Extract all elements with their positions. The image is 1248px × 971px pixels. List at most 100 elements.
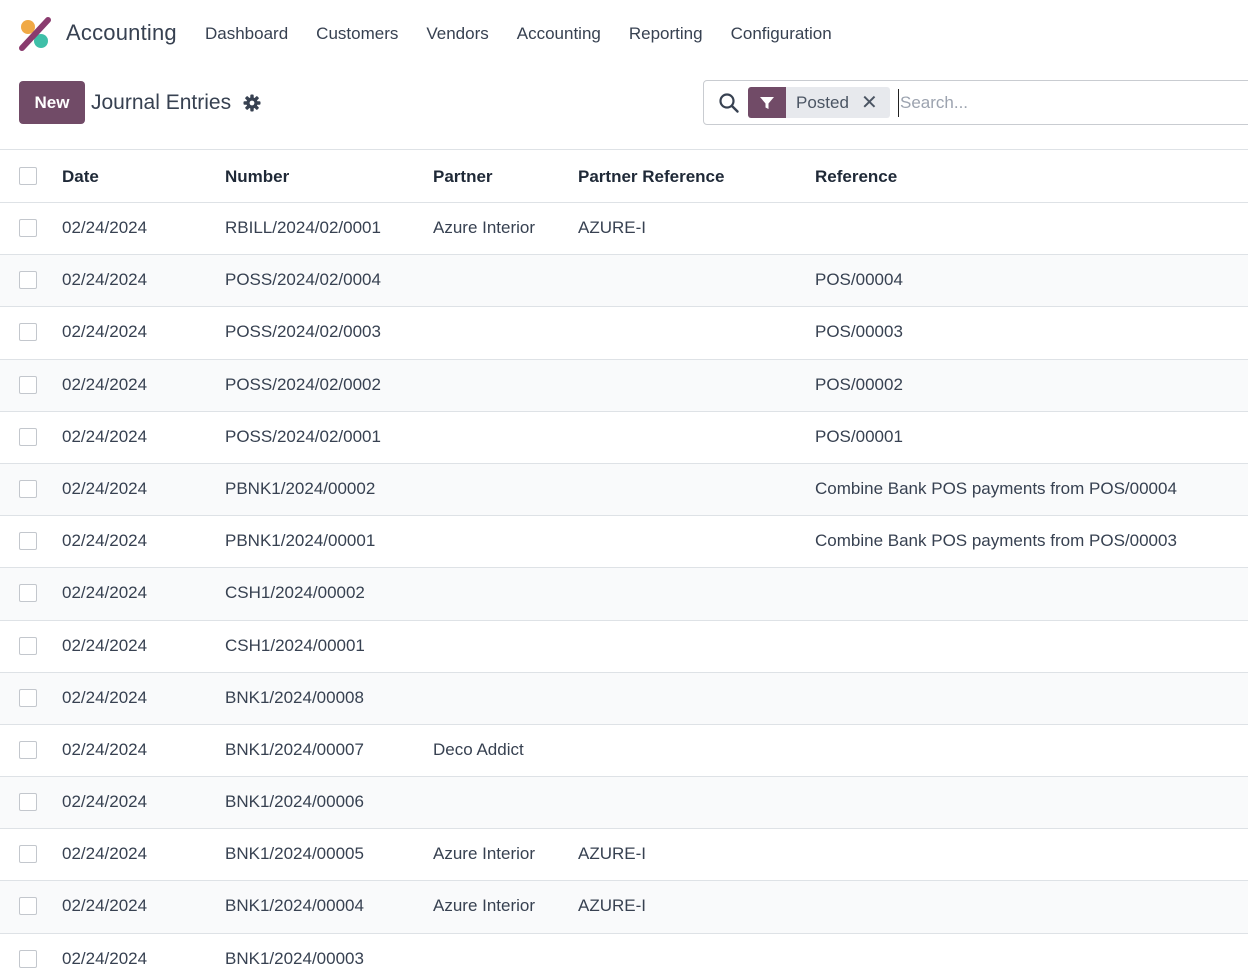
row-checkbox[interactable] [19, 740, 37, 759]
table-row[interactable]: 02/24/2024 BNK1/2024/00004 Azure Interior A… [0, 881, 1248, 934]
cell-date: 02/24/2024 [62, 531, 148, 551]
cell-number: POSS/2024/02/0002 [225, 374, 381, 394]
cell-number: CSH1/2024/00001 [225, 635, 365, 655]
cell-date: 02/24/2024 [62, 844, 148, 864]
menu-reporting[interactable]: Reporting [629, 24, 703, 44]
cell-date: 02/24/2024 [62, 896, 148, 916]
cell-number: CSH1/2024/00002 [225, 583, 365, 603]
main-menu: Dashboard Customers Vendors Accounting R… [205, 24, 860, 44]
row-checkbox[interactable] [19, 323, 37, 342]
menu-accounting[interactable]: Accounting [517, 24, 601, 44]
cell-number: PBNK1/2024/00002 [225, 478, 376, 498]
cell-reference: Combine Bank POS payments from POS/00003 [815, 531, 1177, 551]
table-row[interactable]: 02/24/2024 BNK1/2024/00005 Azure Interior A… [0, 829, 1248, 882]
column-header-partner-reference[interactable]: Partner Reference [578, 167, 724, 187]
column-header-partner[interactable]: Partner [433, 167, 493, 187]
cell-partner: Azure Interior [433, 896, 536, 916]
column-header-number[interactable]: Number [225, 167, 289, 187]
table-row[interactable]: 02/24/2024 PBNK1/2024/00001 Combine Bank P… [0, 516, 1248, 569]
table-row[interactable]: 02/24/2024 BNK1/2024/00006 [0, 777, 1248, 830]
table-row[interactable]: 02/24/2024 POSS/2024/02/0004 POS/00004 [0, 255, 1248, 308]
search-input[interactable] [898, 89, 1238, 117]
cell-partner: Azure Interior [433, 844, 536, 864]
table-row[interactable]: 02/24/2024 CSH1/2024/00002 [0, 568, 1248, 621]
cell-number: BNK1/2024/00007 [225, 739, 364, 759]
cell-number: BNK1/2024/00005 [225, 844, 364, 864]
cell-number: POSS/2024/02/0003 [225, 322, 381, 342]
cell-date: 02/24/2024 [62, 687, 148, 707]
accounting-app-logo-icon[interactable] [18, 17, 52, 51]
cell-reference: Combine Bank POS payments from POS/00004 [815, 478, 1177, 498]
cell-number: POSS/2024/02/0004 [225, 270, 381, 290]
row-checkbox[interactable] [19, 427, 37, 446]
cell-partner-reference: AZURE-I [578, 896, 646, 916]
select-all-checkbox[interactable] [19, 167, 37, 185]
cell-date: 02/24/2024 [62, 270, 148, 290]
gear-icon[interactable] [242, 93, 262, 113]
table-row[interactable]: 02/24/2024 BNK1/2024/00007 Deco Addict [0, 725, 1248, 778]
menu-customers[interactable]: Customers [316, 24, 398, 44]
cell-number: BNK1/2024/00004 [225, 896, 364, 916]
row-checkbox[interactable] [19, 584, 37, 603]
page-title: Journal Entries [91, 91, 232, 114]
new-button[interactable]: New [19, 81, 85, 124]
facet-value: Posted ✕ [786, 87, 890, 118]
row-checkbox[interactable] [19, 845, 37, 864]
row-checkbox[interactable] [19, 479, 37, 498]
cell-partner-reference: AZURE-I [578, 218, 646, 237]
row-checkbox[interactable] [19, 688, 37, 707]
menu-configuration[interactable]: Configuration [731, 24, 832, 44]
column-header-reference[interactable]: Reference [815, 167, 897, 187]
cell-number: BNK1/2024/00006 [225, 792, 364, 812]
cell-number: POSS/2024/02/0001 [225, 426, 381, 446]
table-row[interactable]: 02/24/2024 BNK1/2024/00003 [0, 934, 1248, 971]
table-row[interactable]: 02/24/2024 POSS/2024/02/0002 POS/00002 [0, 359, 1248, 412]
cell-number: RBILL/2024/02/0001 [225, 218, 381, 237]
cell-number: BNK1/2024/00008 [225, 687, 364, 707]
filter-icon [748, 87, 786, 118]
search-facet-posted: Posted ✕ [748, 87, 890, 118]
table-row[interactable]: 02/24/2024 POSS/2024/02/0003 POS/00003 [0, 307, 1248, 360]
row-checkbox[interactable] [19, 949, 37, 968]
row-checkbox[interactable] [19, 375, 37, 394]
cell-number: PBNK1/2024/00001 [225, 531, 376, 551]
cell-reference: POS/00003 [815, 322, 903, 342]
table-row[interactable]: 02/24/2024 BNK1/2024/00008 [0, 672, 1248, 725]
row-checkbox[interactable] [19, 219, 37, 237]
row-checkbox[interactable] [19, 271, 37, 290]
close-icon[interactable]: ✕ [861, 93, 878, 113]
cell-reference: POS/00001 [815, 426, 903, 446]
table-row[interactable]: 02/24/2024 CSH1/2024/00001 [0, 621, 1248, 673]
row-checkbox[interactable] [19, 636, 37, 655]
cell-reference: POS/00004 [815, 270, 903, 290]
cell-reference: POS/00002 [815, 374, 903, 394]
facet-label: Posted [796, 92, 849, 112]
cell-date: 02/24/2024 [62, 426, 148, 446]
cell-partner-reference: AZURE-I [578, 844, 646, 864]
app-name[interactable]: Accounting [66, 20, 177, 46]
cell-date: 02/24/2024 [62, 322, 148, 342]
row-checkbox[interactable] [19, 897, 37, 916]
table-header: Date Number Partner Partner Reference Re… [0, 149, 1248, 203]
menu-dashboard[interactable]: Dashboard [205, 24, 288, 44]
table-row[interactable]: 02/24/2024 POSS/2024/02/0001 POS/00001 [0, 412, 1248, 464]
cell-partner: Deco Addict [433, 739, 524, 759]
search-bar: Posted ✕ [703, 80, 1248, 125]
row-checkbox[interactable] [19, 532, 37, 551]
cell-date: 02/24/2024 [62, 218, 148, 237]
cell-number: BNK1/2024/00003 [225, 948, 364, 968]
cell-date: 02/24/2024 [62, 374, 148, 394]
menu-vendors[interactable]: Vendors [426, 24, 488, 44]
cell-partner: Azure Interior [433, 218, 536, 237]
search-icon[interactable] [718, 92, 740, 114]
cell-date: 02/24/2024 [62, 792, 148, 812]
row-checkbox[interactable] [19, 793, 37, 812]
table-row[interactable]: 02/24/2024 PBNK1/2024/00002 Combine Bank P… [0, 463, 1248, 517]
cell-date: 02/24/2024 [62, 739, 148, 759]
cell-date: 02/24/2024 [62, 478, 148, 498]
column-header-date[interactable]: Date [62, 167, 99, 187]
cell-date: 02/24/2024 [62, 635, 148, 655]
cell-date: 02/24/2024 [62, 948, 148, 968]
table-row[interactable]: 02/24/2024 RBILL/2024/02/0001 Azure Interi… [0, 203, 1248, 256]
table-body: 02/24/2024 RBILL/2024/02/0001 Azure Interi… [0, 203, 1248, 971]
